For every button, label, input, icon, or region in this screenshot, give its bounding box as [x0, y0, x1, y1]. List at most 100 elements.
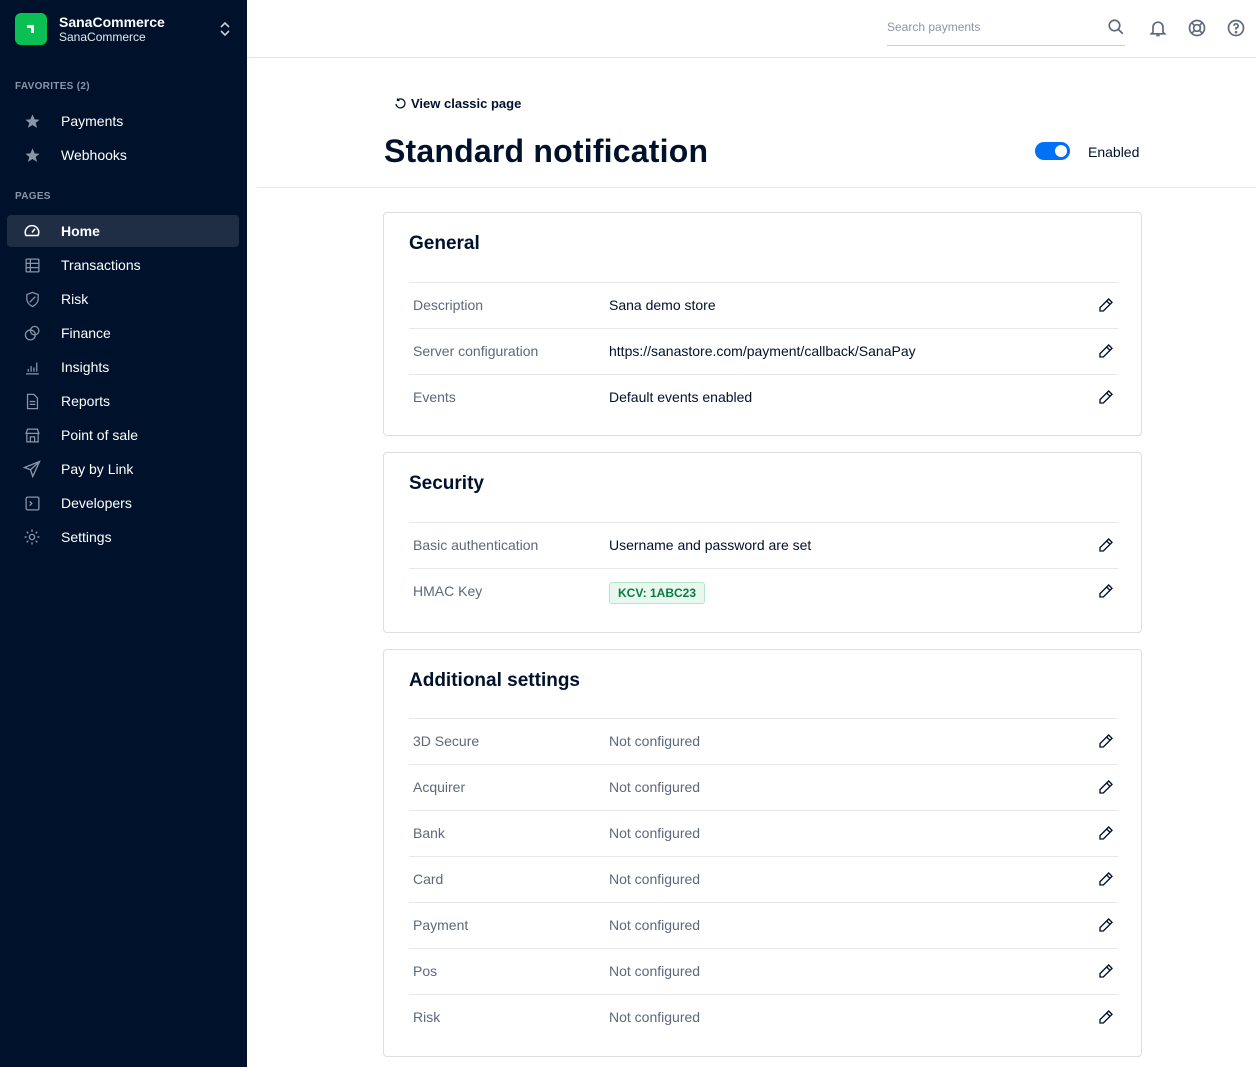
table-row: Card Not configured [409, 856, 1118, 902]
row-label: Events [413, 389, 456, 405]
edit-pencil-icon[interactable] [1098, 963, 1114, 979]
edit-pencil-icon[interactable] [1098, 779, 1114, 795]
terminal-icon [23, 494, 41, 512]
row-value: https://sanastore.com/payment/callback/S… [609, 343, 916, 359]
row-value: Username and password are set [609, 537, 812, 553]
edit-pencil-icon[interactable] [1098, 583, 1114, 599]
sidebar-item-home[interactable]: Home [7, 215, 239, 247]
sidebar-item-payments[interactable]: Payments [7, 105, 239, 137]
table-row: Pos Not configured [409, 948, 1118, 994]
edit-pencil-icon[interactable] [1098, 733, 1114, 749]
sidebar-item-label: Transactions [61, 257, 141, 273]
lifebuoy-icon[interactable] [1187, 18, 1207, 38]
send-icon [23, 460, 41, 478]
row-value: Not configured [609, 1009, 701, 1025]
sidebar-item-label: Pay by Link [61, 461, 134, 477]
row-label: Risk [413, 1009, 441, 1025]
row-label: Payment [413, 917, 469, 933]
sidebar-item-reports[interactable]: Reports [7, 385, 239, 417]
sidebar-item-label: Risk [61, 291, 89, 307]
row-value: Default events enabled [609, 389, 753, 405]
company-logo-icon [15, 13, 47, 45]
general-card: General Description Sana demo store Serv… [383, 212, 1142, 436]
sidebar-item-label: Webhooks [61, 147, 127, 163]
table-row: Events Default events enabled [409, 374, 1118, 420]
sidebar-item-risk[interactable]: Risk [7, 283, 239, 315]
sidebar-item-label: Reports [61, 393, 111, 409]
sidebar-item-settings[interactable]: Settings [7, 521, 239, 553]
row-label: Card [413, 871, 444, 887]
sidebar-item-webhooks[interactable]: Webhooks [7, 139, 239, 171]
sidebar-item-finance[interactable]: Finance [7, 317, 239, 349]
view-classic-page-label: View classic page [411, 96, 522, 111]
view-classic-page-link[interactable]: View classic page [394, 96, 521, 111]
sidebar-item-developers[interactable]: Developers [7, 487, 239, 519]
table-row: Server configuration https://sanastore.c… [409, 328, 1118, 374]
table-row: 3D Secure Not configured [409, 718, 1118, 764]
row-label: Acquirer [413, 779, 466, 795]
undo-icon [395, 97, 406, 108]
search-icon[interactable] [1107, 18, 1125, 36]
card-title: Security [409, 473, 484, 494]
sidebar-item-label: Insights [61, 359, 110, 375]
edit-pencil-icon[interactable] [1098, 537, 1114, 553]
edit-pencil-icon[interactable] [1098, 871, 1114, 887]
account-name: SanaCommerce [59, 14, 165, 30]
row-label: Bank [413, 825, 445, 841]
hmac-kcv-badge: KCV: 1ABC23 [609, 582, 706, 604]
sidebar-item-label: Home [61, 223, 100, 239]
row-value: Not configured [609, 825, 701, 841]
table-row: Payment Not configured [409, 902, 1118, 948]
row-label: Basic authentication [413, 537, 539, 553]
chevron-up-down-icon[interactable] [219, 19, 231, 39]
sidebar-item-transactions[interactable]: Transactions [7, 249, 239, 281]
sidebar-item-insights[interactable]: Insights [7, 351, 239, 383]
table-row: Bank Not configured [409, 810, 1118, 856]
sidebar-item-label: Payments [61, 113, 124, 129]
star-icon [23, 112, 41, 130]
table-row: HMAC Key KCV: 1ABC23 [409, 568, 1118, 614]
row-value: Not configured [609, 917, 701, 933]
row-label: Description [413, 297, 484, 313]
sidebar-item-pay-by-link[interactable]: Pay by Link [7, 453, 239, 485]
row-value: Not configured [609, 963, 701, 979]
search-input[interactable]: Search payments [887, 12, 1125, 46]
sidebar-item-label: Developers [61, 495, 132, 511]
account-switcher[interactable]: SanaCommerce SanaCommerce [0, 0, 247, 58]
row-value: Not configured [609, 733, 701, 749]
edit-pencil-icon[interactable] [1098, 389, 1114, 405]
sidebar-item-label: Settings [61, 529, 112, 545]
toggle-knob [1055, 145, 1067, 157]
table-row: Risk Not configured [409, 994, 1118, 1040]
card-title: Additional settings [409, 670, 580, 691]
edit-pencil-icon[interactable] [1098, 917, 1114, 933]
sidebar-item-point-of-sale[interactable]: Point of sale [7, 419, 239, 451]
search-placeholder: Search payments [887, 20, 981, 34]
help-icon[interactable] [1226, 18, 1246, 38]
store-icon [23, 426, 41, 444]
table-row: Acquirer Not configured [409, 764, 1118, 810]
row-value: Not configured [609, 871, 701, 887]
enabled-toggle[interactable] [1035, 142, 1070, 160]
edit-pencil-icon[interactable] [1098, 297, 1114, 313]
edit-pencil-icon[interactable] [1098, 1009, 1114, 1025]
coins-icon [23, 324, 41, 342]
sidebar-item-label: Finance [61, 325, 111, 341]
row-label: Pos [413, 963, 438, 979]
star-icon [23, 146, 41, 164]
enabled-toggle-label: Enabled [1088, 144, 1140, 160]
bell-icon[interactable] [1148, 18, 1168, 38]
edit-pencil-icon[interactable] [1098, 825, 1114, 841]
divider [257, 187, 1256, 188]
bar-chart-icon [23, 358, 41, 376]
row-value: Sana demo store [609, 297, 716, 313]
row-label: 3D Secure [413, 733, 480, 749]
pages-section-label: PAGES [15, 191, 51, 202]
gear-icon [23, 528, 41, 546]
sidebar: SanaCommerce SanaCommerce FAVORITES (2) … [0, 0, 247, 1067]
edit-pencil-icon[interactable] [1098, 343, 1114, 359]
row-label: HMAC Key [413, 583, 483, 599]
document-icon [23, 392, 41, 410]
additional-settings-card: Additional settings 3D Secure Not config… [383, 649, 1142, 1057]
topbar: Search payments [247, 0, 1256, 58]
